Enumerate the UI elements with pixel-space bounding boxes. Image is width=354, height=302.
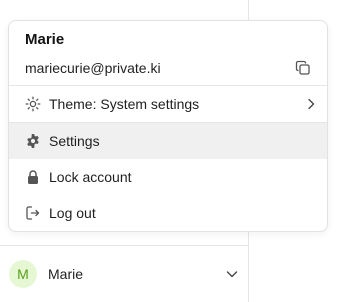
chevron-down-icon bbox=[226, 269, 238, 279]
menu-item-settings[interactable]: Settings bbox=[9, 123, 327, 159]
avatar: M bbox=[9, 260, 37, 288]
account-menu: Marie mariecurie@private.ki Theme: Syste… bbox=[8, 20, 328, 232]
logout-icon bbox=[25, 205, 41, 221]
menu-item-label: Lock account bbox=[49, 169, 132, 185]
avatar-initial: M bbox=[17, 266, 29, 282]
copy-icon bbox=[295, 60, 310, 75]
account-name: Marie bbox=[25, 31, 65, 48]
gear-icon bbox=[25, 133, 41, 149]
copy-email-button[interactable] bbox=[293, 58, 313, 78]
menu-item-label: Settings bbox=[49, 133, 100, 149]
chevron-right-icon bbox=[306, 98, 316, 110]
sun-icon bbox=[25, 96, 41, 112]
account-email: mariecurie@private.ki bbox=[25, 60, 161, 76]
lock-icon bbox=[25, 169, 41, 185]
menu-item-label: Log out bbox=[49, 205, 96, 221]
menu-item-lock-account[interactable]: Lock account bbox=[9, 159, 327, 195]
account-menu-header: Marie mariecurie@private.ki bbox=[9, 21, 327, 86]
menu-item-theme[interactable]: Theme: System settings bbox=[9, 86, 327, 123]
user-name: Marie bbox=[48, 266, 84, 282]
user-menu-trigger[interactable]: M Marie bbox=[0, 246, 248, 302]
menu-item-log-out[interactable]: Log out bbox=[9, 195, 327, 231]
menu-item-label: Theme: System settings bbox=[49, 96, 200, 112]
